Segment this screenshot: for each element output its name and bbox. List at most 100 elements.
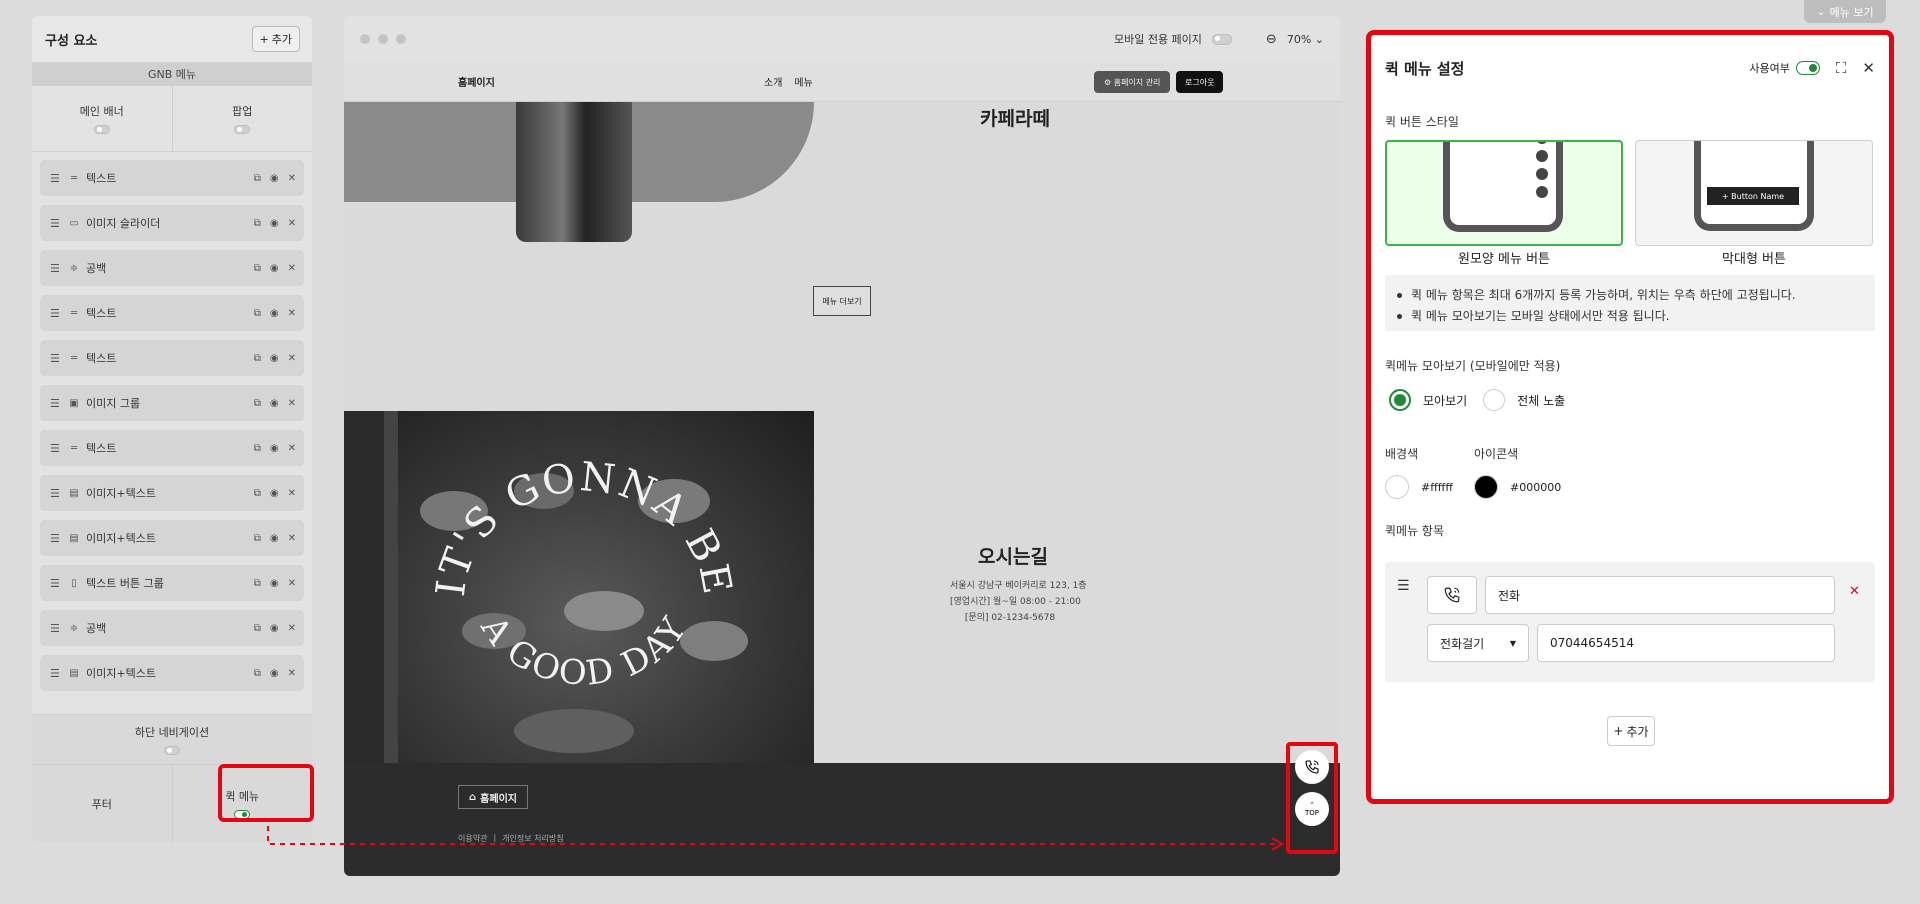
main-banner-toggle[interactable] bbox=[93, 125, 110, 134]
copy-icon[interactable]: ⧉ bbox=[254, 218, 261, 229]
component-item[interactable]: ☰ ≑ 공백 ⧉ ◉ ✕ bbox=[40, 250, 304, 286]
quick-item-action-select[interactable]: 전화걸기 ▼ bbox=[1427, 624, 1529, 662]
quick-item-phone-input[interactable]: 07044654514 bbox=[1537, 624, 1835, 662]
close-icon[interactable]: ✕ bbox=[288, 218, 296, 229]
eye-icon[interactable]: ◉ bbox=[270, 398, 279, 409]
copy-icon[interactable]: ⧉ bbox=[254, 668, 261, 679]
eye-icon[interactable]: ◉ bbox=[270, 578, 279, 589]
close-icon[interactable]: ✕ bbox=[288, 443, 296, 454]
eye-icon[interactable]: ◉ bbox=[270, 218, 279, 229]
eye-icon[interactable]: ◉ bbox=[270, 353, 279, 364]
radio-show-all-label[interactable]: 전체 노출 bbox=[1517, 392, 1565, 409]
component-item[interactable]: ☰ ═ 텍스트 ⧉ ◉ ✕ bbox=[40, 295, 304, 331]
component-item[interactable]: ☰ ▤ 이미지+텍스트 ⧉ ◉ ✕ bbox=[40, 520, 304, 556]
zoom-out-icon[interactable]: ⊖ bbox=[1266, 32, 1277, 47]
drag-handle-icon[interactable]: ☰ bbox=[50, 172, 60, 185]
bottom-nav-toggle[interactable] bbox=[164, 746, 180, 755]
component-item[interactable]: ☰ ▤ 이미지+텍스트 ⧉ ◉ ✕ bbox=[40, 475, 304, 511]
add-quick-item-button[interactable]: + 추가 bbox=[1607, 716, 1655, 746]
drag-handle-icon[interactable]: ☰ bbox=[50, 217, 60, 230]
component-item[interactable]: ☰ ▣ 이미지 그룹 ⧉ ◉ ✕ bbox=[40, 385, 304, 421]
component-item[interactable]: ☰ ▭ 이미지 슬라이더 ⧉ ◉ ✕ bbox=[40, 205, 304, 241]
drag-handle-icon[interactable]: ☰ bbox=[50, 622, 60, 635]
menu-more-button[interactable]: 메뉴 더보기 bbox=[813, 286, 871, 316]
radio-collect-label[interactable]: 모아보기 bbox=[1423, 392, 1467, 409]
copy-icon[interactable]: ⧉ bbox=[254, 308, 261, 319]
terms-link[interactable]: 이용약관 bbox=[458, 833, 487, 844]
copy-icon[interactable]: ⧉ bbox=[254, 263, 261, 274]
quick-item-name-input[interactable]: 전화 bbox=[1485, 576, 1835, 614]
scroll-top-button[interactable]: ⌃ TOP bbox=[1295, 792, 1329, 826]
component-item[interactable]: ☰ ▤ 이미지+텍스트 ⧉ ◉ ✕ bbox=[40, 655, 304, 691]
bg-color-picker[interactable]: #ffffff bbox=[1385, 475, 1453, 499]
nav-link-menu[interactable]: 메뉴 bbox=[794, 74, 812, 89]
drag-handle-icon[interactable]: ☰ bbox=[50, 397, 60, 410]
bg-color-swatch[interactable] bbox=[1385, 475, 1409, 499]
drag-handle-icon[interactable]: ☰ bbox=[50, 352, 60, 365]
eye-icon[interactable]: ◉ bbox=[270, 533, 279, 544]
radio-collect[interactable] bbox=[1389, 389, 1411, 411]
zoom-select[interactable]: 70% ⌄ bbox=[1287, 33, 1324, 46]
drag-handle-icon[interactable]: ☰ bbox=[50, 577, 60, 590]
eye-icon[interactable]: ◉ bbox=[270, 668, 279, 679]
close-icon[interactable]: ✕ bbox=[288, 308, 296, 319]
eye-icon[interactable]: ◉ bbox=[270, 488, 279, 499]
quick-item-icon-button[interactable] bbox=[1427, 576, 1477, 614]
drag-handle-icon[interactable]: ☰ bbox=[50, 532, 60, 545]
style-option-bar[interactable]: + Button Name bbox=[1635, 140, 1873, 246]
copy-icon[interactable]: ⧉ bbox=[254, 443, 261, 454]
drag-handle-icon[interactable]: ☰ bbox=[50, 442, 60, 455]
drag-handle-icon[interactable]: ☰ bbox=[1397, 578, 1410, 594]
use-toggle[interactable] bbox=[1795, 61, 1820, 75]
footer-brand[interactable]: ⌂ 홈페이지 bbox=[458, 785, 528, 809]
close-icon[interactable]: ✕ bbox=[288, 623, 296, 634]
copy-icon[interactable]: ⧉ bbox=[254, 488, 261, 499]
eye-icon[interactable]: ◉ bbox=[270, 173, 279, 184]
icon-color-swatch[interactable] bbox=[1474, 475, 1498, 499]
copy-icon[interactable]: ⧉ bbox=[254, 353, 261, 364]
drag-handle-icon[interactable]: ☰ bbox=[50, 487, 60, 500]
drag-handle-icon[interactable]: ☰ bbox=[50, 307, 60, 320]
popup-toggle[interactable] bbox=[234, 125, 251, 134]
radio-show-all[interactable] bbox=[1483, 389, 1506, 411]
eye-icon[interactable]: ◉ bbox=[270, 443, 279, 454]
add-component-button[interactable]: + 추가 bbox=[251, 26, 300, 52]
close-icon[interactable]: ✕ bbox=[288, 353, 296, 364]
close-icon[interactable]: ✕ bbox=[288, 668, 296, 679]
eye-icon[interactable]: ◉ bbox=[270, 623, 279, 634]
site-brand[interactable]: 홈페이지 bbox=[458, 74, 495, 89]
copy-icon[interactable]: ⧉ bbox=[254, 173, 261, 184]
close-icon[interactable]: ✕ bbox=[288, 173, 296, 184]
copy-icon[interactable]: ⧉ bbox=[254, 533, 261, 544]
close-icon[interactable]: ✕ bbox=[288, 533, 296, 544]
component-item[interactable]: ☰ ▯ 텍스트 버튼 그룹 ⧉ ◉ ✕ bbox=[40, 565, 304, 601]
delete-item-icon[interactable]: ✕ bbox=[1849, 584, 1860, 599]
copy-icon[interactable]: ⧉ bbox=[254, 398, 261, 409]
close-icon[interactable]: ✕ bbox=[288, 398, 296, 409]
component-item[interactable]: ☰ ≑ 공백 ⧉ ◉ ✕ bbox=[40, 610, 304, 646]
privacy-link[interactable]: 개인정보 처리방침 bbox=[502, 833, 563, 844]
nav-link-intro[interactable]: 소개 bbox=[764, 74, 782, 89]
style-option-circle[interactable] bbox=[1385, 140, 1623, 246]
copy-icon[interactable]: ⧉ bbox=[254, 578, 261, 589]
site-admin-button[interactable]: ⚙ 홈페이지 관리 bbox=[1094, 71, 1171, 93]
gnb-menu-bar[interactable]: GNB 메뉴 bbox=[32, 62, 312, 86]
copy-icon[interactable]: ⧉ bbox=[254, 623, 261, 634]
drag-handle-icon[interactable]: ☰ bbox=[50, 667, 60, 680]
close-icon[interactable]: ✕ bbox=[288, 488, 296, 499]
expand-icon[interactable]: ⛶ bbox=[1836, 59, 1847, 77]
close-icon[interactable]: ✕ bbox=[288, 263, 296, 274]
quick-phone-button[interactable] bbox=[1295, 750, 1329, 784]
close-icon[interactable]: ✕ bbox=[1862, 59, 1875, 77]
menu-view-button[interactable]: ⌄ 메뉴 보기 bbox=[1804, 0, 1886, 23]
logout-button[interactable]: 로그아웃 bbox=[1176, 71, 1224, 93]
close-icon[interactable]: ✕ bbox=[288, 578, 296, 589]
component-item[interactable]: ☰ ═ 텍스트 ⧉ ◉ ✕ bbox=[40, 340, 304, 376]
eye-icon[interactable]: ◉ bbox=[270, 263, 279, 274]
eye-icon[interactable]: ◉ bbox=[270, 308, 279, 319]
drag-handle-icon[interactable]: ☰ bbox=[50, 262, 60, 275]
icon-color-picker[interactable]: #000000 bbox=[1474, 475, 1561, 499]
mobile-only-toggle[interactable] bbox=[1211, 33, 1232, 45]
footer-cell[interactable]: 푸터 bbox=[32, 765, 172, 842]
component-item[interactable]: ☰ ═ 텍스트 ⧉ ◉ ✕ bbox=[40, 430, 304, 466]
